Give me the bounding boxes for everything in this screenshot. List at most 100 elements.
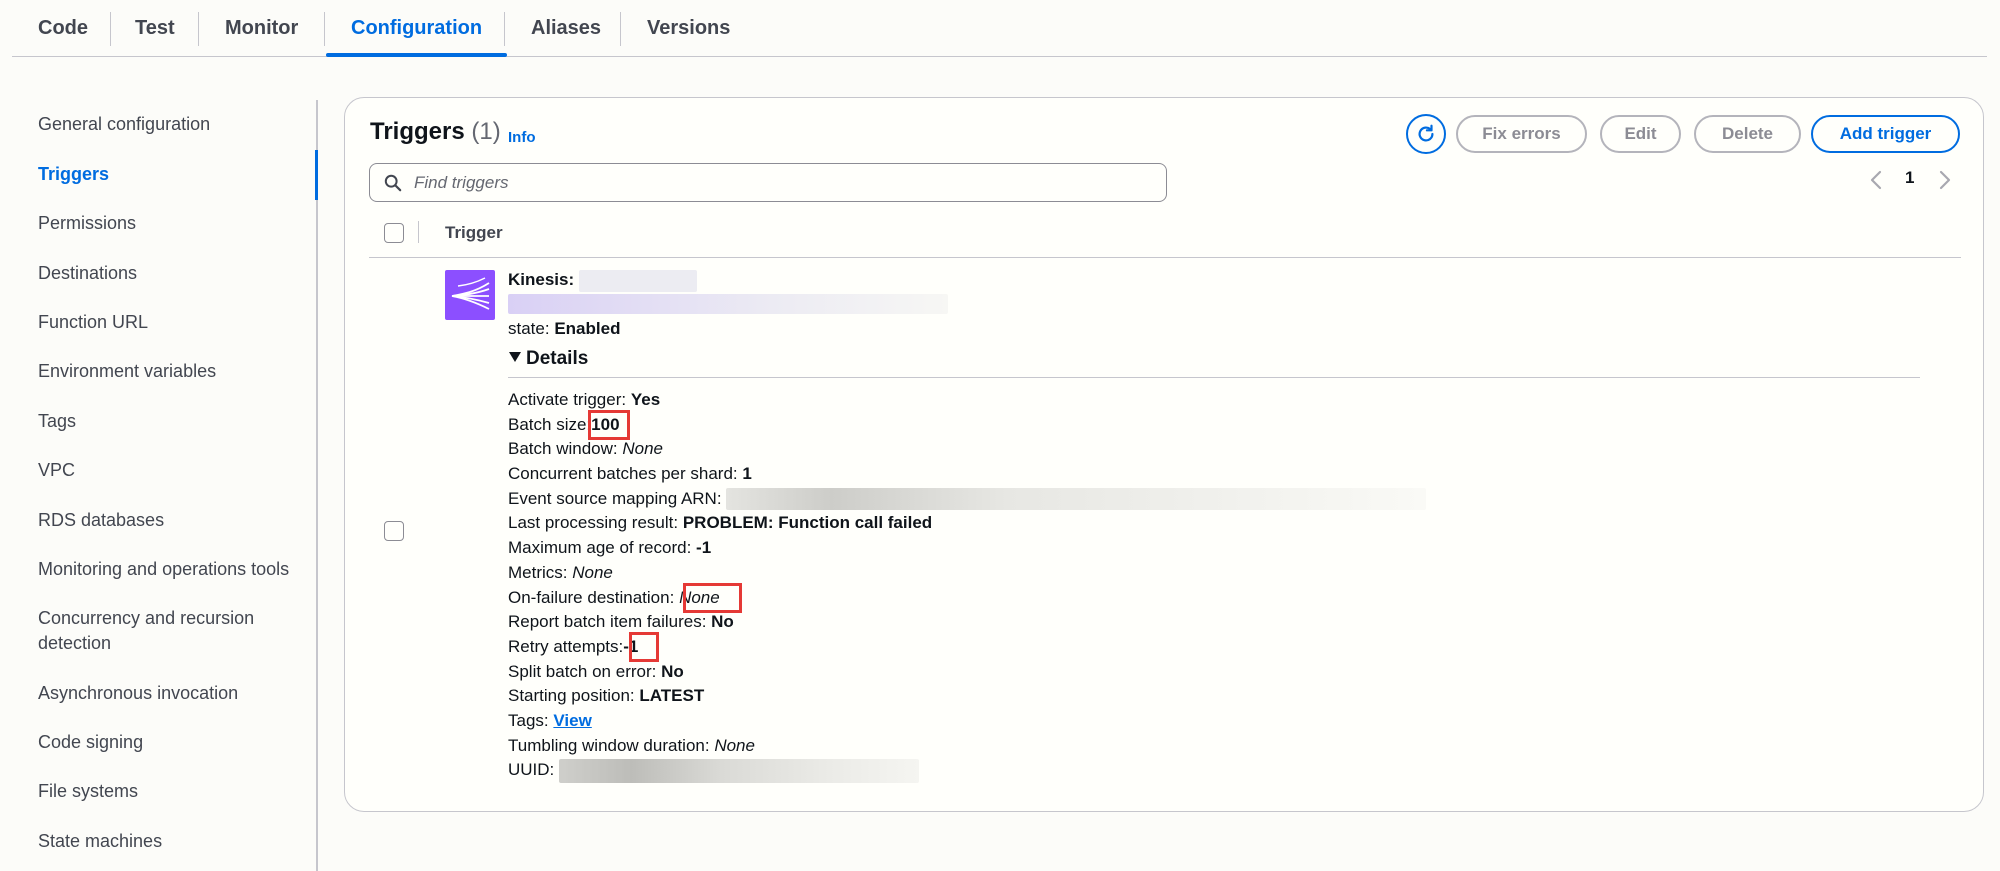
sidebar-item-tags[interactable]: Tags xyxy=(38,409,308,434)
detail-label: Report batch item failures: xyxy=(508,612,707,632)
detail-label: Split batch on error: xyxy=(508,661,657,681)
redacted-stream-name xyxy=(578,269,697,292)
detail-value: Yes xyxy=(630,390,661,409)
detail-value: None xyxy=(572,562,613,582)
detail-batch-window: Batch window: None xyxy=(508,437,1426,462)
sidebar-item-destinations[interactable]: Destinations xyxy=(38,261,308,286)
detail-batch-size: Batch size:100 xyxy=(508,409,1426,440)
trigger-state-line: state: Enabled xyxy=(508,317,620,342)
detail-value: 1 xyxy=(742,464,752,484)
sidebar-item-environment-variables[interactable]: Environment variables xyxy=(38,359,308,384)
trigger-count: (1) xyxy=(471,118,501,145)
redacted-esm-arn[interactable] xyxy=(726,488,1427,511)
detail-label: Starting position: xyxy=(508,686,635,706)
detail-value: None xyxy=(714,735,755,755)
sidebar-item-rds-databases[interactable]: RDS databases xyxy=(38,508,308,533)
tab-code[interactable]: Code xyxy=(38,0,88,57)
fix-errors-button[interactable]: Fix errors xyxy=(1456,115,1587,153)
details-label: Details xyxy=(526,348,589,369)
chevron-left-icon xyxy=(1870,170,1882,190)
view-tags-link[interactable]: View xyxy=(553,711,591,730)
sidebar-item-vpc[interactable]: VPC xyxy=(38,458,308,483)
tab-test[interactable]: Test xyxy=(135,0,175,57)
sidebar-item-permissions[interactable]: Permissions xyxy=(38,211,308,236)
redacted-uuid[interactable] xyxy=(559,758,920,783)
tab-monitor[interactable]: Monitor xyxy=(225,0,298,57)
detail-on-failure-destination: On-failure destination: None xyxy=(508,582,1426,613)
tab-versions[interactable]: Versions xyxy=(647,0,730,57)
tab-divider xyxy=(198,12,199,46)
tab-divider xyxy=(110,12,111,46)
detail-label: Maximum age of record: xyxy=(508,538,692,558)
detail-label: Event source mapping ARN: xyxy=(508,488,722,508)
row-checkbox[interactable] xyxy=(384,521,404,541)
sidebar-item-file-systems[interactable]: File systems xyxy=(38,779,308,804)
refresh-button[interactable] xyxy=(1406,114,1446,154)
state-value: Enabled xyxy=(554,319,621,338)
caret-down-icon xyxy=(509,352,521,362)
tab-divider xyxy=(620,12,621,46)
delete-button[interactable]: Delete xyxy=(1694,115,1801,153)
search-field[interactable] xyxy=(369,163,1167,202)
sidebar-item-async-invocation[interactable]: Asynchronous invocation xyxy=(38,681,308,706)
kinesis-icon xyxy=(445,270,495,320)
tab-divider xyxy=(504,12,505,46)
detail-tags: Tags: View xyxy=(508,709,1426,734)
sidebar-item-code-signing[interactable]: Code signing xyxy=(38,730,308,755)
sidebar-item-state-machines[interactable]: State machines xyxy=(38,829,308,854)
detail-label: Last processing result: xyxy=(508,513,679,533)
detail-label: Activate trigger: xyxy=(508,390,627,409)
tab-aliases[interactable]: Aliases xyxy=(531,0,601,57)
detail-tumbling-window: Tumbling window duration: None xyxy=(508,734,1426,759)
sidebar-item-monitoring-tools[interactable]: Monitoring and operations tools xyxy=(38,557,308,582)
edit-button[interactable]: Edit xyxy=(1600,115,1681,153)
select-all-checkbox[interactable] xyxy=(384,223,404,243)
detail-split-batch-on-error: Split batch on error: No xyxy=(508,660,1426,685)
detail-label: Tags: xyxy=(508,710,549,730)
tab-divider xyxy=(324,12,325,46)
next-page-button[interactable] xyxy=(1938,169,1958,193)
highlight-box xyxy=(629,631,659,662)
chevron-right-icon xyxy=(1939,170,1951,190)
detail-label: Tumbling window duration: xyxy=(508,735,710,755)
sidebar-item-general-configuration[interactable]: General configuration xyxy=(38,112,308,137)
details-toggle[interactable]: Details xyxy=(508,348,588,370)
detail-uuid: UUID: xyxy=(508,758,1426,783)
detail-retry-attempts: Retry attempts:-1 xyxy=(508,631,1426,662)
highlight-box xyxy=(588,409,630,440)
detail-value: None xyxy=(622,439,663,459)
sidebar-item-function-url[interactable]: Function URL xyxy=(38,310,308,335)
redacted-source-arn[interactable] xyxy=(508,293,948,314)
trigger-source-line: Kinesis: xyxy=(508,268,697,293)
detail-esm-arn: Event source mapping ARN: xyxy=(508,487,1427,512)
sidebar-item-concurrency[interactable]: Concurrency and recursion detection xyxy=(38,606,308,656)
search-input[interactable] xyxy=(414,170,1154,195)
detail-label: Batch size: xyxy=(508,414,592,434)
details-divider xyxy=(508,377,1920,378)
detail-metrics: Metrics: None xyxy=(508,561,1426,586)
detail-value: PROBLEM: Function call failed xyxy=(682,513,933,533)
top-tabs: Code Test Monitor Configuration Aliases … xyxy=(12,0,1987,57)
refresh-icon xyxy=(1418,124,1434,142)
active-indicator xyxy=(315,150,318,200)
panel-title-text: Triggers xyxy=(370,118,465,145)
detail-label: Concurrent batches per shard: xyxy=(508,464,738,484)
table-header-divider xyxy=(369,257,1961,258)
side-navigation: General configuration Triggers Permissio… xyxy=(0,100,318,871)
search-icon xyxy=(384,174,402,192)
panel-title: Triggers (1) xyxy=(370,118,501,146)
detail-label: Retry attempts: xyxy=(508,636,624,656)
detail-value: No xyxy=(711,612,734,632)
detail-label: UUID: xyxy=(508,760,555,780)
current-page-number[interactable]: 1 xyxy=(1905,168,1914,188)
column-divider xyxy=(418,221,419,243)
tab-configuration[interactable]: Configuration xyxy=(325,0,508,57)
state-label: state: xyxy=(508,319,550,338)
detail-maximum-age: Maximum age of record: -1 xyxy=(508,536,1426,561)
detail-activate-trigger: Activate trigger: Yes xyxy=(508,388,1426,413)
previous-page-button[interactable] xyxy=(1869,169,1889,193)
info-link[interactable]: Info xyxy=(508,129,536,146)
add-trigger-button[interactable]: Add trigger xyxy=(1811,115,1960,153)
detail-label: Metrics: xyxy=(508,562,568,582)
sidebar-item-triggers[interactable]: Triggers xyxy=(38,162,308,187)
